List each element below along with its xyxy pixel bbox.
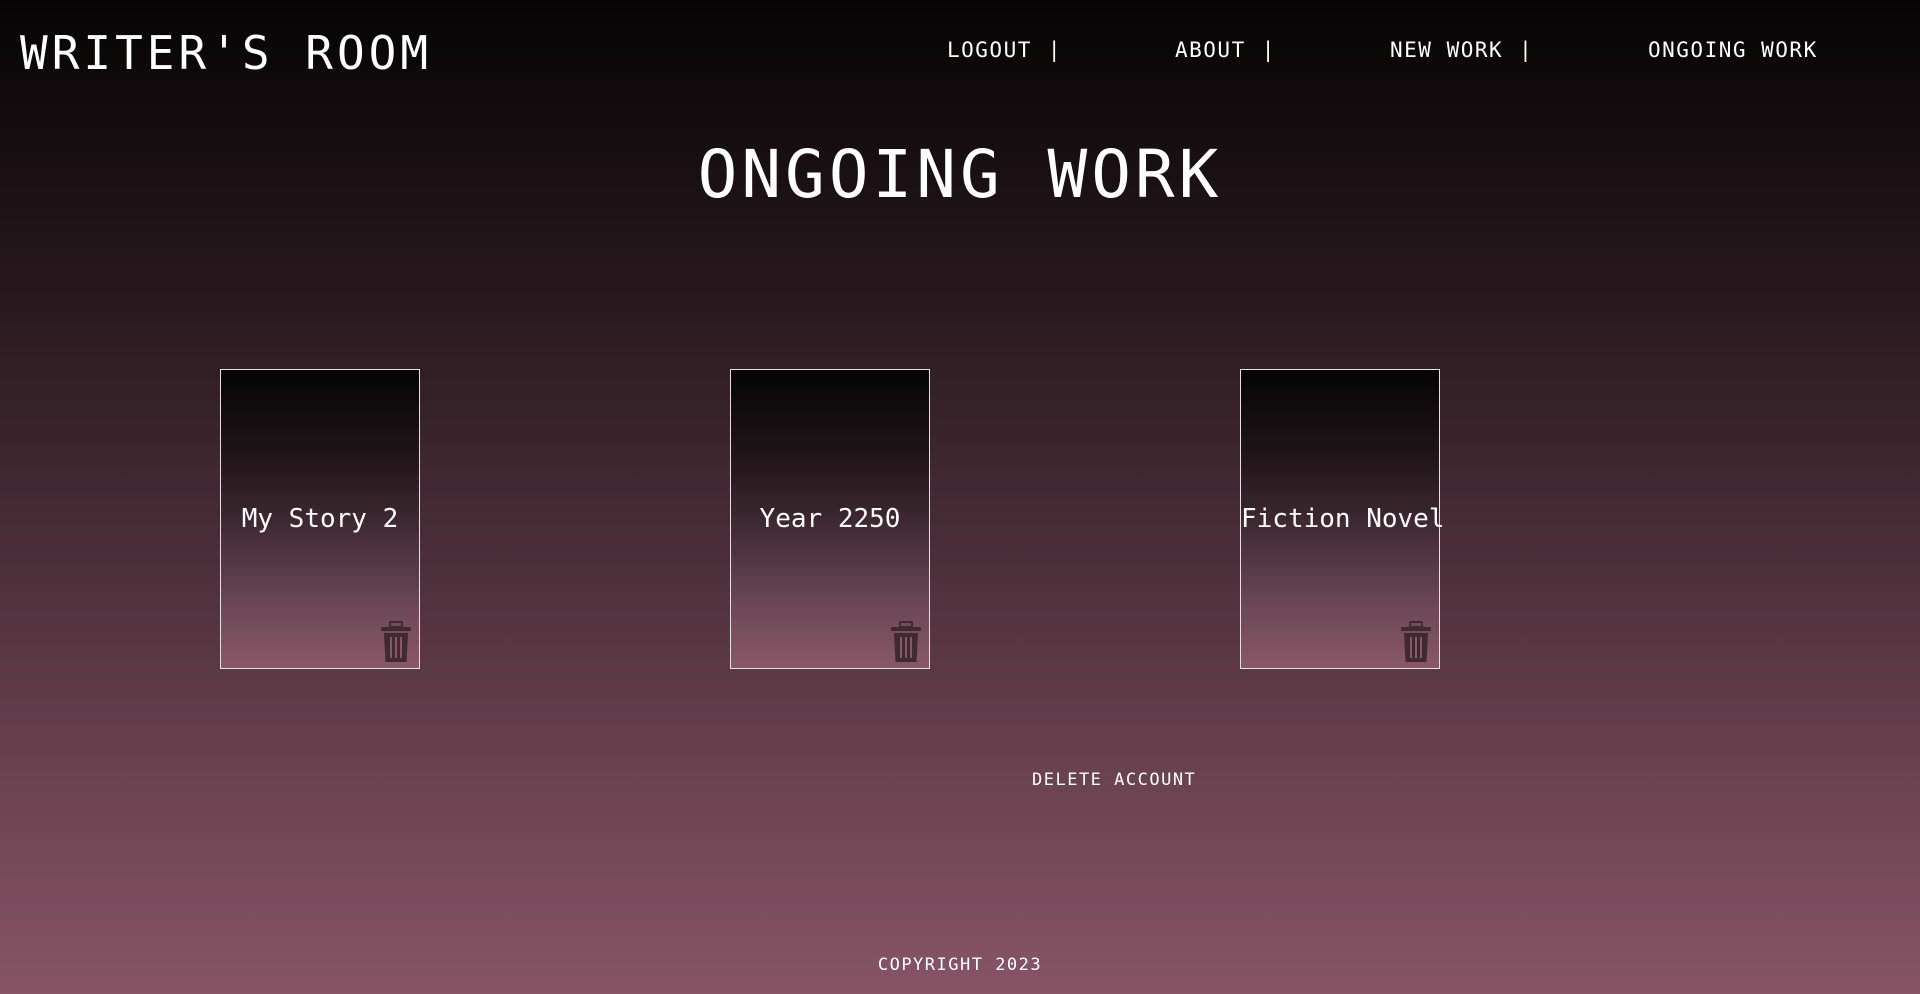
nav-link-about[interactable]: ABOUT	[1175, 38, 1246, 62]
nav-item-ongoing-work: ONGOING WORK	[1648, 38, 1818, 62]
nav-link-new-work[interactable]: NEW WORK	[1390, 38, 1503, 62]
work-card-fiction-novel[interactable]: Fiction Novel	[1240, 369, 1445, 669]
work-card-title: Fiction Novel	[1241, 504, 1445, 534]
page-title: ONGOING WORK	[697, 136, 1223, 213]
trash-icon[interactable]	[1401, 621, 1431, 663]
work-card-year-2250[interactable]: Year 2250	[730, 369, 930, 669]
work-card-title: Year 2250	[759, 504, 901, 534]
nav-item-new-work: NEW WORK |	[1390, 38, 1533, 62]
nav-item-about: ABOUT |	[1175, 38, 1276, 62]
nav-link-ongoing-work[interactable]: ONGOING WORK	[1648, 38, 1818, 62]
work-card-title: My Story 2	[241, 504, 399, 534]
nav-item-logout: LOGOUT |	[947, 38, 1062, 62]
work-card-my-story-2[interactable]: My Story 2	[220, 369, 420, 669]
nav-separator: |	[1261, 38, 1276, 62]
delete-account-link[interactable]: DELETE ACCOUNT	[1032, 770, 1196, 790]
footer-copyright: COPYRIGHT 2023	[877, 955, 1043, 975]
nav-separator: |	[1519, 38, 1534, 62]
nav-separator: |	[1047, 38, 1063, 62]
nav-link-logout[interactable]: LOGOUT	[947, 38, 1032, 62]
trash-icon[interactable]	[891, 621, 921, 663]
main-nav: LOGOUT | ABOUT | NEW WORK | ONGOING WORK	[0, 38, 1920, 68]
trash-icon[interactable]	[381, 621, 411, 663]
